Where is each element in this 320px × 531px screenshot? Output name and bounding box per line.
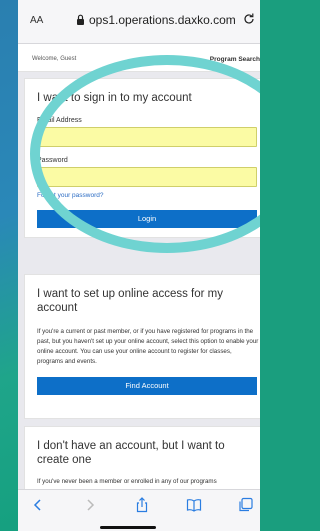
page-content: Welcome, Guest Program Search I want to … xyxy=(18,44,260,489)
share-icon[interactable] xyxy=(134,497,150,513)
browser-toolbar xyxy=(18,489,260,531)
signin-card: I want to sign in to my account Email Ad… xyxy=(24,78,260,238)
login-button[interactable]: Login xyxy=(37,210,257,228)
email-label: Email Address xyxy=(37,117,82,124)
text-size-button[interactable]: AA xyxy=(30,15,43,26)
browser-address-bar[interactable]: AA ops1.operations.daxko.com xyxy=(18,0,260,44)
create-description: If you've never been a member or enrolle… xyxy=(37,478,217,485)
lock-icon xyxy=(77,14,84,25)
signin-title: I want to sign in to my account xyxy=(37,92,192,104)
password-field[interactable] xyxy=(37,167,257,187)
tabs-icon[interactable] xyxy=(238,497,254,513)
bookmarks-icon[interactable] xyxy=(186,497,202,513)
page-header: Welcome, Guest Program Search xyxy=(18,44,260,72)
setup-description: If you're a current or past member, or i… xyxy=(37,328,259,365)
find-account-button[interactable]: Find Account xyxy=(37,377,257,395)
create-title: I don't have an account, but I want to c… xyxy=(37,440,225,466)
setup-card: I want to set up online access for my ac… xyxy=(24,274,260,419)
program-search-link[interactable]: Program Search xyxy=(210,56,260,63)
home-indicator xyxy=(100,526,156,529)
phone-screen: AA ops1.operations.daxko.com Welcome, Gu… xyxy=(18,0,260,531)
create-card: I don't have an account, but I want to c… xyxy=(24,426,260,489)
setup-title: I want to set up online access for my ac… xyxy=(37,288,224,314)
url-text: ops1.operations.daxko.com xyxy=(89,13,236,27)
password-label: Password xyxy=(37,157,68,164)
forward-icon[interactable] xyxy=(82,497,98,513)
reload-icon[interactable] xyxy=(242,12,256,26)
email-field[interactable] xyxy=(37,127,257,147)
url-field[interactable]: ops1.operations.daxko.com xyxy=(76,13,236,27)
back-icon[interactable] xyxy=(30,497,46,513)
forgot-password-link[interactable]: Forgot your password? xyxy=(37,192,103,199)
welcome-text: Welcome, Guest xyxy=(32,56,77,62)
